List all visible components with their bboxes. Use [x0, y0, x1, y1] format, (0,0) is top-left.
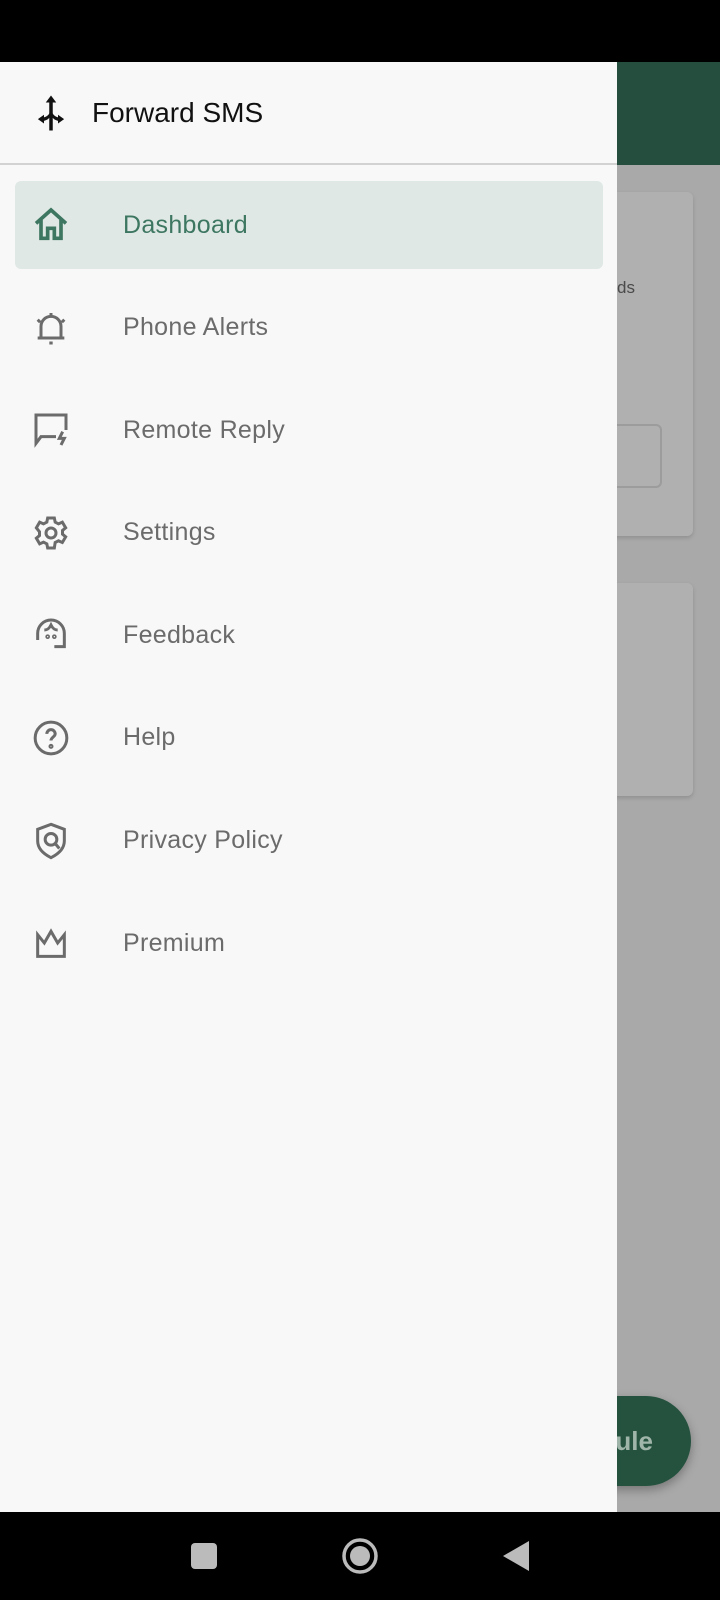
app-title: Forward SMS	[92, 96, 264, 128]
status-bar	[0, 0, 720, 62]
help-circle-icon	[33, 720, 69, 756]
drawer-header: Forward SMS	[0, 62, 617, 165]
square-icon	[191, 1543, 217, 1569]
drawer-item-premium[interactable]: Premium	[15, 899, 603, 987]
drawer-item-feedback[interactable]: Feedback	[15, 591, 603, 679]
home-button[interactable]	[330, 1512, 390, 1600]
navigation-drawer: Forward SMS Dashboard Phone Alerts Remot…	[0, 62, 617, 1512]
drawer-menu: Dashboard Phone Alerts Remote Reply Sett…	[0, 165, 617, 987]
drawer-item-phone-alerts[interactable]: Phone Alerts	[15, 284, 603, 372]
headset-icon	[36, 618, 66, 649]
drawer-item-label: Premium	[123, 928, 226, 957]
drawer-item-label: Help	[123, 723, 176, 752]
drawer-item-privacy-policy[interactable]: Privacy Policy	[15, 797, 603, 885]
system-nav-bar	[0, 1512, 720, 1600]
crown-icon	[36, 928, 66, 958]
card-text: ds	[617, 278, 635, 297]
back-button[interactable]	[486, 1512, 546, 1600]
drawer-item-remote-reply[interactable]: Remote Reply	[15, 386, 603, 474]
drawer-item-label: Dashboard	[123, 210, 249, 239]
drawer-item-label: Settings	[123, 518, 216, 547]
bell-alert-icon	[36, 312, 66, 345]
drawer-item-label: Feedback	[123, 620, 236, 649]
drawer-item-label: Remote Reply	[123, 415, 285, 444]
shield-icon	[36, 822, 66, 859]
home-icon	[34, 207, 68, 241]
back-triangle-icon	[503, 1541, 529, 1571]
recents-button[interactable]	[174, 1512, 234, 1600]
drawer-item-help[interactable]: Help	[15, 694, 603, 782]
drawer-item-label: Privacy Policy	[123, 826, 283, 855]
circle-icon	[342, 1538, 378, 1574]
drawer-item-settings[interactable]: Settings	[15, 489, 603, 577]
gear-icon	[34, 516, 68, 550]
message-flash-icon	[34, 413, 68, 449]
drawer-item-label: Phone Alerts	[123, 313, 269, 342]
split-arrows-icon	[37, 95, 65, 130]
drawer-item-dashboard[interactable]: Dashboard	[15, 181, 603, 269]
